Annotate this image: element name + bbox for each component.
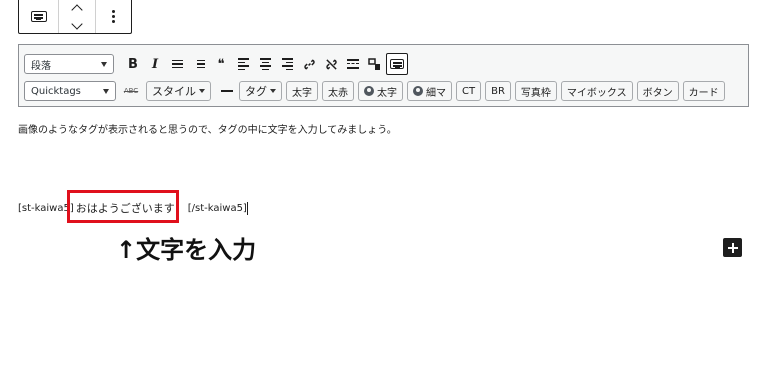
format-select-value: 段落 (31, 60, 51, 72)
toolbar-row-2: Quicktags ABC スタイル タグ 太字 太赤 太字 細マ CT BR … (24, 79, 729, 103)
link-icon[interactable] (298, 53, 320, 75)
block-options-button[interactable] (96, 0, 131, 33)
user-thin-button[interactable]: 細マ (407, 81, 452, 101)
user-thin-label: 細マ (426, 87, 446, 99)
instruction-paragraph[interactable]: 画像のようなタグが表示されると思うので、タグの中に文字を入力してみましょう。 (18, 121, 397, 136)
shortcode-close: [/st-kaiwa5] (187, 202, 247, 214)
keyboard-icon (30, 11, 47, 22)
strikethrough-icon[interactable]: ABC (120, 80, 142, 102)
editor-toolbar: 段落 B I ❝ Quicktags ABC スタイル タグ 太字 太赤 太字 … (18, 44, 749, 107)
card-button[interactable]: カード (682, 81, 725, 101)
chevron-down-icon (199, 89, 205, 93)
user-icon (413, 86, 423, 96)
numbered-list-icon[interactable] (188, 53, 210, 75)
bold-icon[interactable]: B (122, 53, 144, 75)
toolbar-row-1: 段落 B I ❝ (24, 52, 408, 76)
bold-quicktag-button[interactable]: 太字 (286, 81, 318, 101)
chevron-up-icon[interactable] (71, 3, 83, 16)
ct-button[interactable]: CT (456, 81, 482, 101)
block-type-button[interactable] (19, 0, 60, 33)
highlight-box (67, 190, 179, 223)
chevron-down-icon (270, 89, 276, 93)
chevron-down-icon (101, 61, 107, 67)
align-right-icon[interactable] (276, 53, 298, 75)
shortcode-open: [st-kaiwa5] (18, 202, 74, 214)
format-select[interactable]: 段落 (24, 54, 114, 74)
style-button[interactable]: スタイル (146, 81, 211, 101)
chevron-down-icon[interactable] (71, 17, 83, 30)
more-vertical-icon (111, 10, 115, 23)
block-mover (59, 0, 96, 33)
bold-red-quicktag-button[interactable]: 太赤 (322, 81, 354, 101)
user-bold-label: 太字 (377, 87, 397, 99)
align-center-icon[interactable] (254, 53, 276, 75)
button-quicktag-button[interactable]: ボタン (636, 81, 679, 101)
user-icon (364, 86, 374, 96)
unlink-icon[interactable] (320, 53, 342, 75)
block-toolbar (18, 0, 132, 34)
annotation-label: ↑文字を入力 (116, 236, 257, 264)
text-cursor (246, 201, 248, 215)
user-bold-button[interactable]: 太字 (358, 81, 403, 101)
tag-button[interactable]: タグ (239, 81, 282, 101)
italic-icon[interactable]: I (144, 53, 166, 75)
align-left-icon[interactable] (232, 53, 254, 75)
my-box-button[interactable]: マイボックス (560, 81, 633, 101)
style-button-label: スタイル (152, 85, 196, 98)
photo-frame-button[interactable]: 写真枠 (514, 81, 557, 101)
add-block-button[interactable] (723, 238, 742, 257)
tag-button-label: タグ (245, 85, 267, 98)
chevron-down-icon (103, 88, 109, 94)
read-more-icon[interactable] (342, 53, 364, 75)
toolbar-toggle-icon[interactable] (364, 53, 386, 75)
horizontal-rule-icon[interactable] (221, 90, 233, 92)
br-button[interactable]: BR (485, 81, 511, 101)
quicktags-select-value: Quicktags (31, 85, 81, 97)
bullet-list-icon[interactable] (166, 53, 188, 75)
blockquote-icon[interactable]: ❝ (210, 53, 232, 75)
quicktags-select[interactable]: Quicktags (24, 81, 116, 101)
keyboard-icon[interactable] (386, 53, 408, 75)
